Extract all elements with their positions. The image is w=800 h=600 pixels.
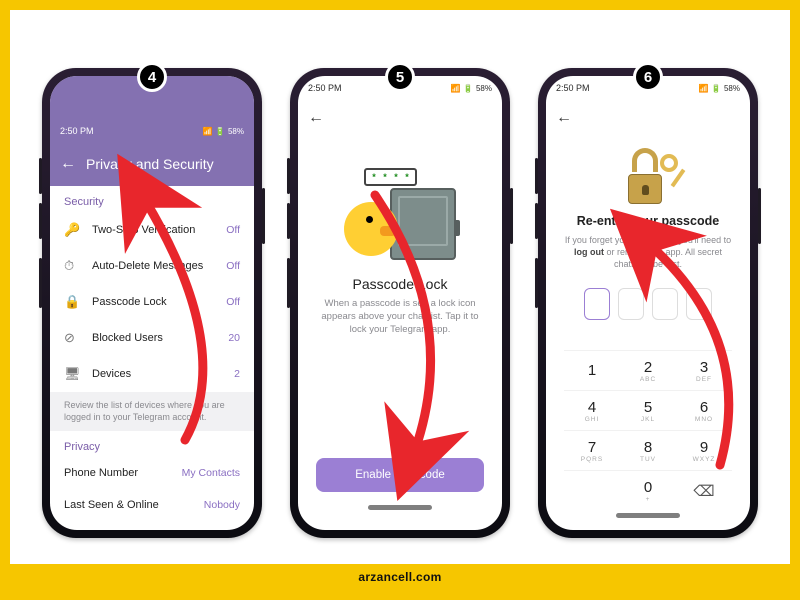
key-5[interactable]: 5JKL xyxy=(620,390,676,430)
passcode-illustration: **** xyxy=(340,170,460,260)
key-backspace[interactable]: ⌫ xyxy=(676,470,732,510)
header-title: Privacy and Security xyxy=(86,156,214,172)
row-label: Auto-Delete Messages xyxy=(92,260,214,272)
lock-icon: 🔒 xyxy=(64,294,80,310)
status-icons: 📶 🔋 58% xyxy=(203,127,244,136)
key-4[interactable]: 4GHI xyxy=(564,390,620,430)
key-1[interactable]: 1 xyxy=(564,350,620,390)
row-label: Devices xyxy=(92,368,222,380)
status-icons: 📶 🔋 58% xyxy=(699,84,740,93)
status-bar: 2:50 PM 📶 🔋 58% xyxy=(50,120,254,142)
back-icon[interactable]: ← xyxy=(308,109,324,127)
key-0[interactable]: 0+ xyxy=(620,470,676,510)
key-8[interactable]: 8TUV xyxy=(620,430,676,470)
passcode-input-boxes[interactable] xyxy=(584,288,712,320)
row-last-seen[interactable]: Last Seen & Online Nobody xyxy=(50,489,254,521)
row-label: Phone Number xyxy=(64,467,170,479)
header: ← xyxy=(298,100,502,136)
passcode-digit-3[interactable] xyxy=(652,288,678,320)
section-security-label: Security xyxy=(50,186,254,212)
row-two-step[interactable]: 🔑 Two-Step Verification Off xyxy=(50,212,254,248)
step-badge-6: 6 xyxy=(633,62,663,92)
screen-passcode-intro: 2:50 PM 📶 🔋 58% ← **** Passcode Lock xyxy=(298,76,502,530)
phone-mockup-4: 4 2:50 PM 📶 🔋 58% 2:50 PM 📶 🔋 58% ← Priv… xyxy=(42,68,262,538)
row-value: Off xyxy=(226,260,240,272)
step-badge-4: 4 xyxy=(137,62,167,92)
status-icons: 📶 🔋 58% xyxy=(451,84,492,93)
passcode-title: Passcode Lock xyxy=(353,276,448,292)
row-value: Off xyxy=(226,224,240,236)
key-3[interactable]: 3DEF xyxy=(676,350,732,390)
duck-icon xyxy=(344,202,398,256)
passcode-intro-body: **** Passcode Lock When a passcode is se… xyxy=(298,136,502,530)
row-blocked-users[interactable]: ⊘ Blocked Users 20 xyxy=(50,320,254,356)
enable-passcode-button[interactable]: Enable Passcode xyxy=(316,458,484,492)
blocked-icon: ⊘ xyxy=(64,330,80,346)
timer-icon: ⏱ xyxy=(64,258,80,274)
row-label: Two-Step Verification xyxy=(92,224,214,236)
code-strip: **** xyxy=(364,168,417,186)
devices-note: Review the list of devices where you are… xyxy=(50,392,254,431)
backspace-icon: ⌫ xyxy=(693,482,714,500)
brand-footer: arzancell.com xyxy=(10,564,790,590)
tutorial-canvas: 4 2:50 PM 📶 🔋 58% 2:50 PM 📶 🔋 58% ← Priv… xyxy=(0,0,800,600)
row-label: Last Seen & Online xyxy=(64,499,192,511)
key-9[interactable]: 9WXYZ xyxy=(676,430,732,470)
status-time: 2:50 PM xyxy=(556,83,590,93)
back-icon[interactable]: ← xyxy=(556,109,572,127)
phone-mockup-5: 5 2:50 PM 📶 🔋 58% ← **** xyxy=(290,68,510,538)
reenter-title: Re-enter your passcode xyxy=(577,214,719,228)
phones-row: 4 2:50 PM 📶 🔋 58% 2:50 PM 📶 🔋 58% ← Priv… xyxy=(42,68,758,538)
reenter-body: Re-enter your passcode If you forget you… xyxy=(546,136,750,530)
header-bar: ← Privacy and Security xyxy=(50,142,254,186)
back-icon[interactable]: ← xyxy=(60,155,74,173)
row-value: My Contacts xyxy=(182,467,240,479)
row-value: 2 xyxy=(234,368,240,380)
devices-icon: 🖥 xyxy=(64,366,80,382)
row-devices[interactable]: 🖥 Devices 2 xyxy=(50,356,254,392)
status-time: 2:50 PM xyxy=(308,83,342,93)
home-indicator xyxy=(616,513,680,518)
padlock-key-icon xyxy=(620,148,676,204)
header: ← xyxy=(546,100,750,136)
status-time: 2:50 PM xyxy=(60,126,94,136)
phone-mockup-6: 6 2:50 PM 📶 🔋 58% ← Re-enter your passco… xyxy=(538,68,758,538)
reenter-subtitle: If you forget your passcode, you'll need… xyxy=(564,234,732,270)
numeric-keypad: 1 2ABC 3DEF 4GHI 5JKL 6MNO 7PQRS 8TUV 9W… xyxy=(564,350,732,510)
section-privacy-label: Privacy xyxy=(50,431,254,457)
safe-icon xyxy=(390,188,456,260)
row-value: 20 xyxy=(228,332,240,344)
settings-list: Security 🔑 Two-Step Verification Off ⏱ A… xyxy=(50,186,254,530)
screen-reenter-passcode: 2:50 PM 📶 🔋 58% ← Re-enter your passcode… xyxy=(546,76,750,530)
key-2[interactable]: 2ABC xyxy=(620,350,676,390)
home-indicator xyxy=(368,505,432,510)
key-6[interactable]: 6MNO xyxy=(676,390,732,430)
row-profile-photos[interactable]: Profile Photos Everybody xyxy=(50,521,254,530)
key-icon: 🔑 xyxy=(64,222,80,238)
passcode-digit-4[interactable] xyxy=(686,288,712,320)
row-auto-delete[interactable]: ⏱ Auto-Delete Messages Off xyxy=(50,248,254,284)
row-value: Nobody xyxy=(204,499,240,511)
key-blank: . xyxy=(564,470,620,510)
row-label: Blocked Users xyxy=(92,332,216,344)
passcode-digit-2[interactable] xyxy=(618,288,644,320)
passcode-digit-1[interactable] xyxy=(584,288,610,320)
row-label: Passcode Lock xyxy=(92,296,214,308)
passcode-subtitle: When a passcode is set, a lock icon appe… xyxy=(316,298,484,336)
key-7[interactable]: 7PQRS xyxy=(564,430,620,470)
row-value: Off xyxy=(226,296,240,308)
row-phone-number[interactable]: Phone Number My Contacts xyxy=(50,457,254,489)
row-passcode-lock[interactable]: 🔒 Passcode Lock Off xyxy=(50,284,254,320)
step-badge-5: 5 xyxy=(385,62,415,92)
screen-privacy-security: 2:50 PM 📶 🔋 58% 2:50 PM 📶 🔋 58% ← Privac… xyxy=(50,76,254,530)
